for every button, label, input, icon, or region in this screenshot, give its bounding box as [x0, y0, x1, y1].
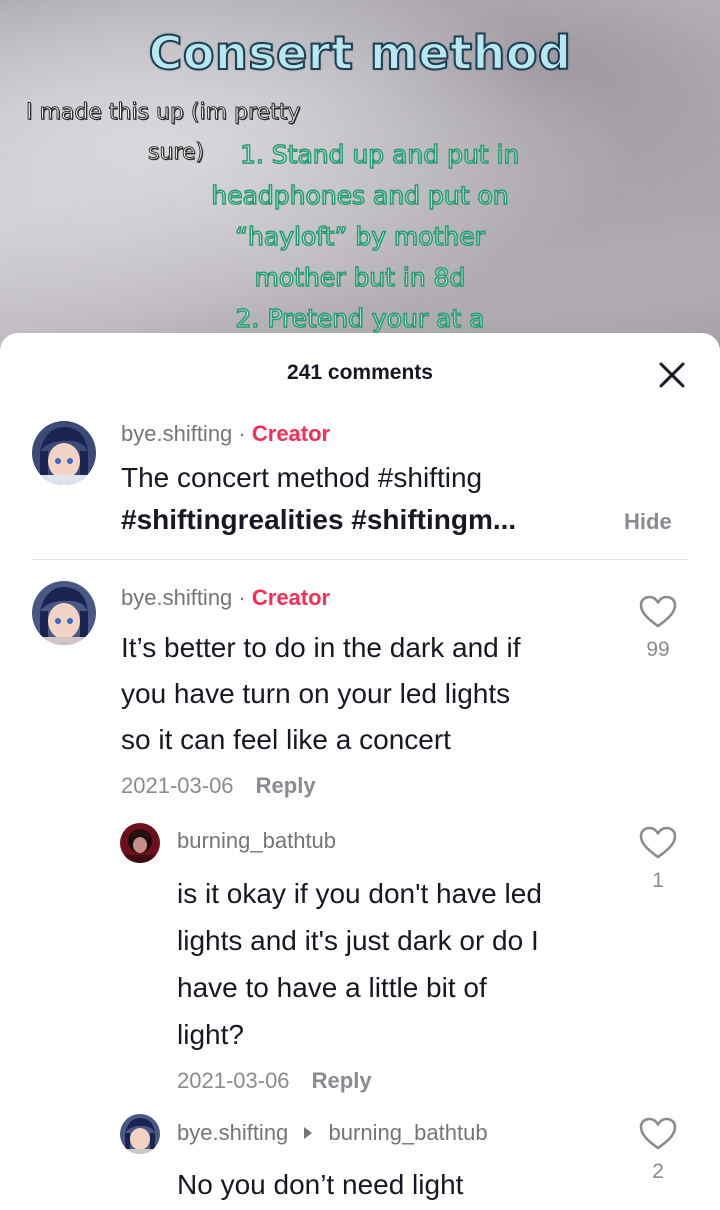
reply-text-line: lights and it's just dark or do I — [177, 925, 539, 956]
close-button[interactable] — [652, 355, 692, 395]
like-button[interactable]: 1 — [633, 826, 683, 893]
avatar[interactable] — [120, 823, 160, 863]
video-step-line: 1. Stand up and put in — [239, 139, 520, 170]
reply-text-line: have to have a little bit of — [177, 972, 487, 1003]
reply-username[interactable]: burning_bathtub — [177, 828, 336, 854]
reply-to-username[interactable]: burning_bathtub — [329, 1120, 488, 1145]
video-background[interactable]: Consert method I made this up (im pretty… — [0, 0, 720, 360]
comments-header: 241 comments — [0, 333, 720, 411]
like-button[interactable]: 2 — [633, 1117, 683, 1184]
divider — [32, 559, 688, 560]
heart-icon — [639, 826, 677, 859]
caption-hashtags-line[interactable]: #shiftingrealities #shiftingm... — [121, 497, 516, 543]
reply-meta: 2021-03-06 Reply — [177, 1068, 372, 1094]
avatar[interactable] — [32, 421, 96, 485]
comment-text-line: so it can feel like a concert — [121, 724, 451, 755]
separator-dot: · — [238, 421, 246, 446]
like-button[interactable]: 99 — [633, 595, 683, 662]
reply-text-line: is it okay if you don't have led — [177, 878, 542, 909]
reply-username[interactable]: bye.shifting — [177, 1120, 288, 1145]
like-count: 2 — [652, 1160, 664, 1183]
reply-username-row: bye.shifting burning_bathtub — [177, 1120, 488, 1146]
reply-button[interactable]: Reply — [256, 773, 316, 798]
reply-date: 2021-03-06 — [177, 1068, 290, 1093]
video-step-line: “hayloft” by mother — [234, 221, 485, 252]
reply-button[interactable]: Reply — [312, 1068, 372, 1093]
comment-text-line: It’s better to do in the dark and if — [121, 632, 521, 663]
avatar[interactable] — [120, 1114, 160, 1154]
comment-meta: 2021-03-06 Reply — [121, 773, 316, 799]
reply-to-arrow-icon — [304, 1127, 313, 1140]
reply-text-line: No you don’t need light — [177, 1169, 464, 1200]
username[interactable]: bye.shifting — [121, 585, 232, 610]
reply-text-line: light? — [177, 1019, 244, 1050]
caption-username-row: bye.shifting · Creator — [121, 421, 330, 447]
comment-username-row: bye.shifting · Creator — [121, 585, 330, 611]
video-step-line: headphones and put on — [211, 180, 510, 211]
video-note-line-1: I made this up (im pretty — [25, 100, 301, 126]
video-step-line: mother but in 8d — [254, 262, 466, 293]
heart-icon — [639, 1117, 677, 1150]
avatar[interactable] — [32, 581, 96, 645]
username[interactable]: bye.shifting — [121, 421, 232, 446]
creator-badge: Creator — [251, 421, 331, 446]
like-count: 99 — [646, 638, 670, 661]
like-count: 1 — [652, 869, 664, 892]
caption-text-line: The concert method #shifting — [121, 462, 483, 493]
comment-date: 2021-03-06 — [121, 773, 234, 798]
video-title-overlay: Consert method — [148, 25, 572, 81]
separator-dot: · — [238, 585, 246, 610]
comments-sheet: 241 comments bye.shifting · Creator The … — [0, 333, 720, 1210]
hide-button[interactable]: Hide — [624, 509, 672, 535]
video-note-line-2: sure) — [147, 140, 205, 166]
comment-text-line: you have turn on your led lights — [121, 678, 511, 709]
video-step-line: 2. Pretend your at a — [235, 303, 485, 334]
heart-icon — [639, 595, 677, 628]
comment-count: 241 comments — [287, 361, 433, 384]
close-icon — [659, 362, 685, 388]
creator-badge: Creator — [251, 585, 331, 610]
